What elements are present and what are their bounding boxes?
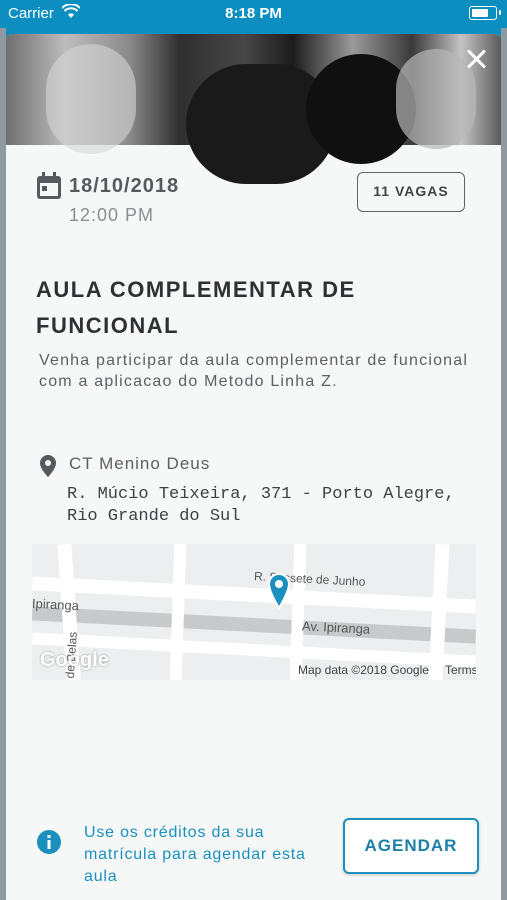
close-icon[interactable] xyxy=(463,46,489,72)
credits-info-text: Use os créditos da sua matrícula para ag… xyxy=(84,824,306,885)
event-time: 12:00 PM xyxy=(69,205,155,225)
location-name: CT Menino Deus xyxy=(69,454,211,473)
info-icon xyxy=(37,830,61,854)
location-address: R. Múcio Teixeira, 371 - Porto Alegre, R… xyxy=(67,485,455,526)
map-attribution: Map data ©2018 Google xyxy=(298,663,429,677)
status-bar: Carrier 8:18 PM xyxy=(0,0,507,28)
event-date: 18/10/2018 xyxy=(69,175,180,197)
status-time: 8:18 PM xyxy=(225,5,282,22)
event-description: Venha participar da aula complementar de… xyxy=(39,352,469,390)
location-pin-icon xyxy=(40,455,56,477)
calendar-icon xyxy=(37,172,61,199)
vacancies-badge: 11 VAGAS xyxy=(357,172,465,212)
event-modal: 18/10/2018 12:00 PM 11 VAGAS AULA COMPLE… xyxy=(6,34,501,900)
hero-image xyxy=(6,34,501,184)
map-terms-link[interactable]: Terms xyxy=(445,663,476,677)
battery-icon xyxy=(469,6,501,20)
google-logo: Google xyxy=(40,649,109,671)
event-title: AULA COMPLEMENTAR DE FUNCIONAL xyxy=(36,277,356,338)
backdrop xyxy=(501,28,507,900)
schedule-button[interactable]: AGENDAR xyxy=(343,818,479,874)
map-marker-icon xyxy=(267,572,291,610)
location-map[interactable]: R. Sessete de Junho Av. Ipiranga Ipirang… xyxy=(32,544,476,680)
map-street-label: Ipiranga xyxy=(32,595,80,614)
